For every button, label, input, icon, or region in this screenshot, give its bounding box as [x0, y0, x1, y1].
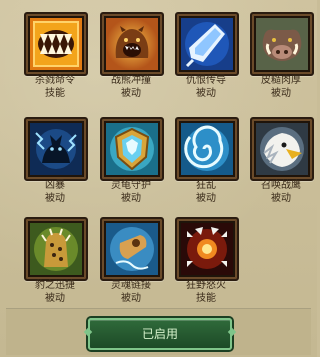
- skill-slot-11[interactable]: 狂野怒火 技能: [168, 210, 244, 310]
- skill-slot-6[interactable]: 灵龟守护 被动: [93, 110, 169, 210]
- enabled-button[interactable]: 已启用: [88, 318, 232, 350]
- skill-icon-frame[interactable]: [250, 117, 314, 181]
- skill-slot-3[interactable]: 仇恨传导 被动: [168, 5, 244, 105]
- eagle-head-icon: [256, 123, 308, 175]
- leopard-paw-icon: [30, 223, 82, 275]
- skill-icon-frame[interactable]: [24, 12, 88, 76]
- skill-type: 技能: [196, 293, 216, 304]
- skill-slot-8[interactable]: 召唤战鹰 被动: [243, 110, 319, 210]
- skill-icon-frame[interactable]: [175, 117, 239, 181]
- skill-icon-frame[interactable]: [100, 117, 164, 181]
- skill-icon-frame[interactable]: [175, 12, 239, 76]
- skill-name: 杀戮命令: [35, 75, 75, 86]
- skill-type: 被动: [271, 193, 291, 204]
- skill-type: 被动: [45, 193, 65, 204]
- roaring-bear-icon: [106, 18, 158, 70]
- skill-name: 灵魂链接: [111, 280, 151, 291]
- skill-icon-frame[interactable]: [24, 117, 88, 181]
- skill-slot-9[interactable]: 豹之迅捷 被动: [17, 210, 93, 310]
- skill-slot-1[interactable]: 杀戮命令 技能: [17, 5, 93, 105]
- skill-type: 被动: [196, 88, 216, 99]
- skill-type: 被动: [121, 88, 141, 99]
- skill-name: 灵龟守护: [111, 180, 151, 191]
- skill-type: 技能: [45, 88, 65, 99]
- skill-type: 被动: [121, 193, 141, 204]
- wild-fury-icon: [181, 223, 233, 275]
- skill-name: 狂乱: [196, 180, 216, 191]
- turtle-shield-icon: [106, 123, 158, 175]
- skill-icon-frame[interactable]: [175, 217, 239, 281]
- skill-name: 皮糙肉厚: [261, 75, 301, 86]
- whirlwind-icon: [181, 123, 233, 175]
- skill-name: 凶暴: [45, 180, 65, 191]
- skill-slot-10[interactable]: 灵魂链接 被动: [93, 210, 169, 310]
- electric-cat-icon: [30, 123, 82, 175]
- skill-slot-2[interactable]: 战熊冲撞 被动: [93, 5, 169, 105]
- skill-type: 被动: [45, 293, 65, 304]
- skill-slot-7[interactable]: 狂乱 被动: [168, 110, 244, 210]
- skill-name: 战熊冲撞: [111, 75, 151, 86]
- fanged-maw-icon: [30, 18, 82, 70]
- skill-slot-4[interactable]: 皮糙肉厚 被动: [243, 5, 319, 105]
- skill-name: 仇恨传导: [186, 75, 226, 86]
- skill-icon-frame[interactable]: [100, 12, 164, 76]
- skill-icon-frame[interactable]: [100, 217, 164, 281]
- skill-slot-5[interactable]: 凶暴 被动: [17, 110, 93, 210]
- skill-panel: 杀戮命令 技能 战熊冲撞 被动 仇恨传导 被动 皮糙肉厚 被动 凶暴 被动 灵龟…: [0, 0, 317, 357]
- soul-whistle-icon: [106, 223, 158, 275]
- skill-name: 豹之迅捷: [35, 280, 75, 291]
- skill-icon-frame[interactable]: [250, 12, 314, 76]
- skill-icon-frame[interactable]: [24, 217, 88, 281]
- blue-crystal-icon: [181, 18, 233, 70]
- boar-head-icon: [256, 18, 308, 70]
- skill-name: 狂野怒火: [186, 280, 226, 291]
- skill-type: 被动: [271, 88, 291, 99]
- skill-type: 被动: [121, 293, 141, 304]
- skill-type: 被动: [196, 193, 216, 204]
- skill-name: 召唤战鹰: [261, 180, 301, 191]
